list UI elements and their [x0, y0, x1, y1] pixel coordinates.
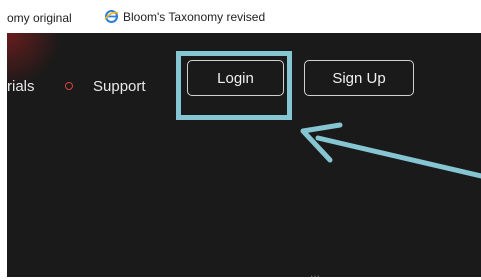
- partial-footer-text: ...: [310, 266, 321, 280]
- annotation-arrow-icon: [300, 122, 481, 179]
